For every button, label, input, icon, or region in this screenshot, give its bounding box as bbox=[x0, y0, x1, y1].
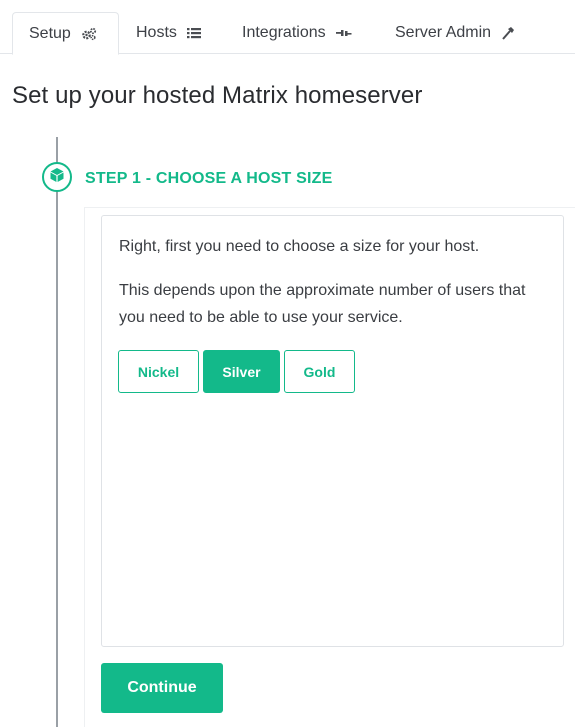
page-title: Set up your hosted Matrix homeserver bbox=[12, 82, 423, 109]
tab-hosts-label: Hosts bbox=[136, 24, 177, 41]
tab-server-admin[interactable]: Server Admin bbox=[395, 12, 515, 54]
cube-icon bbox=[49, 167, 65, 188]
tab-bar: Setup Hosts Integrations Server Admin bbox=[0, 0, 575, 55]
size-option-gold[interactable]: Gold bbox=[284, 350, 355, 393]
plug-icon bbox=[335, 27, 352, 39]
description-text: This depends upon the approximate number… bbox=[119, 282, 526, 326]
list-icon bbox=[186, 27, 201, 39]
tab-setup[interactable]: Setup bbox=[12, 12, 119, 55]
tab-integrations-label: Integrations bbox=[242, 24, 326, 41]
size-option-silver[interactable]: Silver bbox=[203, 350, 280, 393]
host-size-card: Right, first you need to choose a size f… bbox=[101, 215, 564, 647]
tab-setup-label: Setup bbox=[29, 24, 71, 42]
step-title: STEP 1 - CHOOSE A HOST SIZE bbox=[85, 170, 333, 187]
size-option-nickel[interactable]: Nickel bbox=[118, 350, 199, 393]
intro-text: Right, first you need to choose a size f… bbox=[119, 238, 480, 255]
tab-server-admin-label: Server Admin bbox=[395, 24, 492, 41]
continue-button[interactable]: Continue bbox=[101, 663, 223, 713]
tab-hosts[interactable]: Hosts bbox=[136, 12, 201, 54]
hammer-icon bbox=[501, 26, 515, 40]
tab-integrations[interactable]: Integrations bbox=[242, 12, 352, 54]
timeline-line bbox=[56, 137, 58, 727]
gears-icon bbox=[81, 27, 97, 41]
step-badge bbox=[42, 162, 72, 192]
